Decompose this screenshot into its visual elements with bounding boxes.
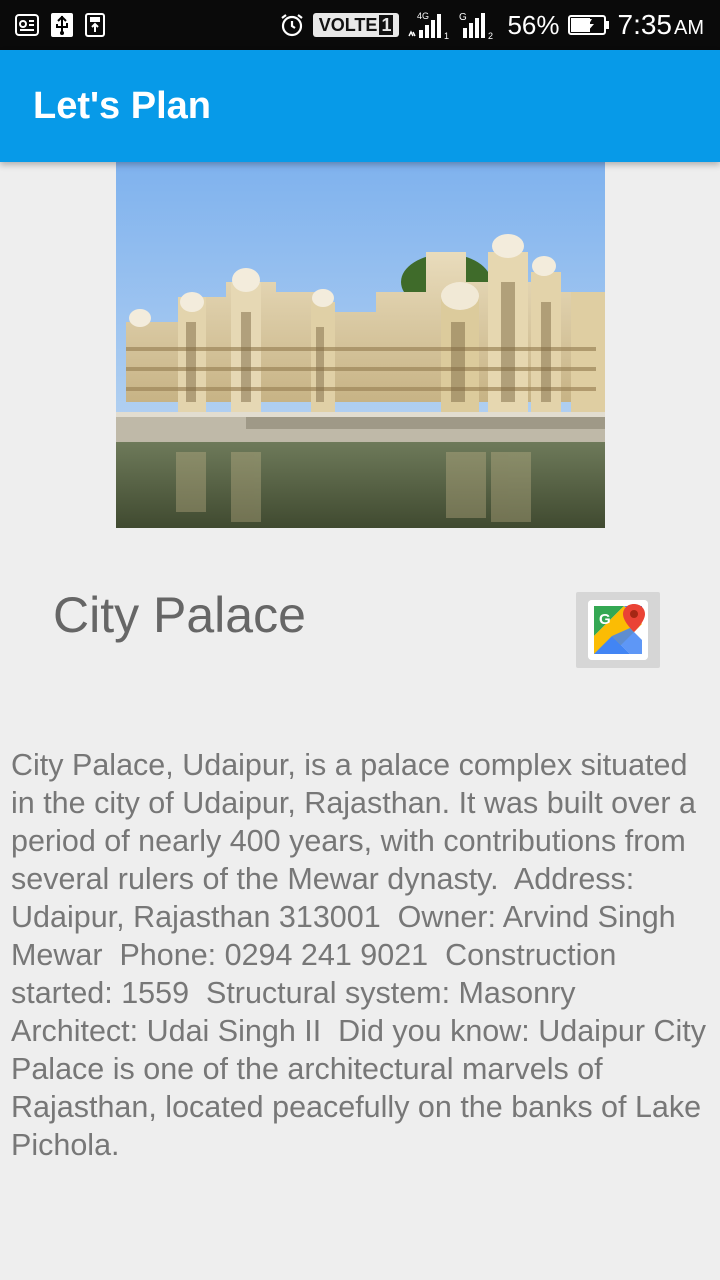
battery-charging-icon xyxy=(567,14,610,36)
place-description: City Palace, Udaipur, is a palace comple… xyxy=(11,748,715,1162)
clock: 7:35 AM xyxy=(617,9,705,40)
usb-storage-icon xyxy=(84,12,106,38)
signal-sim2-icon: G2 xyxy=(459,10,499,40)
volte-badge: VOLTE 1 xyxy=(312,13,400,37)
svg-text:G: G xyxy=(599,611,611,628)
place-image xyxy=(116,162,605,528)
app-bar: Let's Plan xyxy=(0,50,720,162)
city-palace-photo xyxy=(116,162,605,528)
google-maps-icon: G xyxy=(588,600,648,660)
network1-label: 4G xyxy=(417,11,429,21)
signal-sim1-icon: 4G 1 xyxy=(407,10,451,40)
app-title: Let's Plan xyxy=(33,84,211,127)
svg-text:1: 1 xyxy=(444,31,449,40)
notification-icon xyxy=(14,12,40,38)
network2-label: G xyxy=(459,12,467,23)
open-in-maps-button[interactable]: G xyxy=(576,592,660,668)
battery-percent: 56% xyxy=(507,9,560,40)
place-title: City Palace xyxy=(53,587,306,643)
status-icons-right: VOLTE 1 4G 1 G2 56% 7:35 AM xyxy=(279,9,720,41)
usb-icon xyxy=(50,12,74,38)
alarm-icon xyxy=(279,12,305,38)
svg-text:2: 2 xyxy=(488,31,493,40)
status-bar: VOLTE 1 4G 1 G2 56% 7:35 AM xyxy=(0,0,720,50)
status-icons-left xyxy=(0,12,106,38)
